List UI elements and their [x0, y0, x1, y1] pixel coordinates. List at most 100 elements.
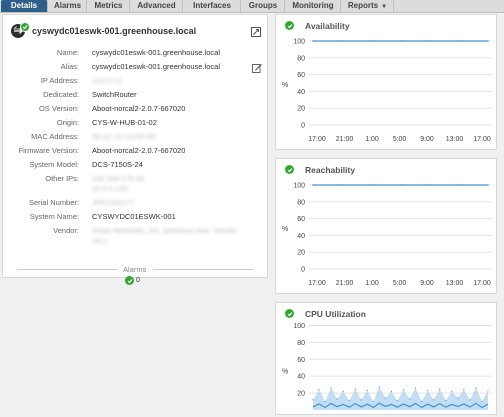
property-value: 00:1C:73:1A:2F:0D — [92, 132, 157, 141]
chart-plot: 20 40 60 80 100% — [282, 323, 492, 410]
y-axis-unit-icon: % — [282, 369, 288, 376]
property-label: System Name: — [29, 212, 79, 221]
property-label: Origin: — [56, 118, 79, 127]
property-label: Vendor: — [53, 226, 79, 235]
tab-groups[interactable]: Groups — [242, 0, 285, 12]
property-value: DCS-7150S-24 — [92, 160, 143, 169]
x-tick-label: 17:00 — [473, 280, 491, 287]
availability-chart-panel: Availability 0 20 40 60 80 100% 17:00 21:00 1:00 5… — [275, 14, 497, 150]
data-point — [324, 400, 326, 403]
data-point — [433, 399, 435, 401]
y-tick-label: 100 — [293, 323, 305, 330]
tab-label: Metrics — [94, 1, 123, 10]
alarms-status[interactable]: 0 — [125, 276, 140, 286]
data-point — [428, 40, 431, 42]
property-value: Arista Networks, Inc. (previous was: Ven… — [92, 226, 238, 235]
tab-label: Reports — [347, 1, 379, 10]
y-tick-label: 60 — [297, 72, 305, 79]
y-tick-label: 40 — [297, 374, 305, 381]
property-label: Serial Number: — [28, 198, 79, 207]
y-tick-label: 20 — [297, 250, 305, 257]
tab-metrics[interactable]: Metrics — [88, 0, 130, 12]
y-tick-label: 0 — [301, 123, 305, 130]
chart-plot: 0 20 40 60 80 100% 17:00 21:00 1:00 5:00 9:00 13:00… — [282, 39, 492, 143]
y-tick-label: 0 — [301, 267, 305, 274]
y-tick-label: 100 — [293, 39, 305, 46]
tab-label: Groups — [248, 1, 278, 10]
x-tick-label: 9:00 — [420, 280, 434, 287]
data-point — [370, 40, 373, 42]
tab-label: Alarms — [53, 1, 82, 10]
data-point — [318, 389, 320, 391]
data-point — [360, 399, 362, 401]
property-label: Alias: — [60, 62, 79, 71]
property-value: cyswydc01eswk-001.greenhouse.local — [92, 62, 220, 71]
property-value: JPE1321177 — [92, 198, 135, 207]
tab-advanced[interactable]: Advanced — [131, 0, 183, 12]
reachability-chart-panel: Reachability 0 20 40 60 80 100% 17:00 21:00 1:00 5… — [275, 158, 497, 294]
y-tick-label: 60 — [297, 216, 305, 223]
tab-monitoring[interactable]: Monitoring — [286, 0, 341, 12]
data-point — [399, 40, 402, 42]
device-title: cyswydc01eswk-001.greenhouse.local — [32, 26, 197, 36]
x-tick-label: 17:00 — [308, 136, 326, 143]
property-value: 10.0.0.11 — [92, 76, 123, 85]
property-value: cyswydc01eswk-001.greenhouse.local — [92, 48, 220, 57]
data-point — [414, 387, 417, 389]
tab-label: Details — [10, 1, 38, 10]
tab-alarms[interactable]: Alarms — [49, 0, 87, 12]
x-tick-label: 9:00 — [420, 136, 434, 143]
property-label: Firmware Version: — [18, 146, 79, 155]
alarm-count: 0 — [136, 277, 140, 285]
x-tick-label: 21:00 — [336, 136, 354, 143]
data-point — [445, 400, 447, 402]
data-point — [354, 388, 356, 390]
status-ok-icon — [20, 22, 30, 32]
y-tick-label: 100 — [293, 183, 305, 190]
data-point — [312, 184, 314, 186]
y-tick-label: 20 — [297, 391, 305, 398]
data-point — [487, 40, 489, 42]
data-point — [366, 389, 368, 392]
alarms-section-title: Alarms — [123, 265, 147, 274]
data-point — [330, 387, 332, 389]
tab-details[interactable]: Details — [1, 0, 48, 12]
tab-interfaces[interactable]: Interfaces — [184, 0, 241, 12]
property-value: CYS-W-HUB-01-02 — [92, 118, 157, 127]
data-point — [428, 184, 431, 186]
property-value-line2: Inc.) — [92, 236, 107, 245]
x-tick-label: 17:00 — [473, 136, 491, 143]
tab-reports[interactable]: Reports ▼ — [342, 0, 394, 12]
property-label: Other IPs: — [45, 174, 79, 183]
y-tick-label: 40 — [297, 233, 305, 240]
alarms-divider-right — [153, 269, 253, 270]
data-point — [396, 400, 399, 402]
tab-label: Monitoring — [292, 1, 334, 10]
property-value: 192.168.175.93 — [92, 174, 145, 183]
property-value: SwitchRouter — [92, 90, 137, 99]
property-value: CYSWYDC01ESWK-001 — [92, 212, 176, 221]
data-point — [457, 397, 459, 399]
property-value-line2: 10.0.0.129 — [92, 184, 128, 193]
data-point — [408, 398, 411, 400]
x-tick-label: 17:00 — [308, 280, 326, 287]
data-point — [372, 400, 374, 403]
edit-alias-icon[interactable] — [252, 63, 262, 73]
data-point — [390, 390, 393, 392]
chevron-down-icon: ▼ — [381, 4, 388, 10]
alarms-divider-left — [17, 269, 117, 270]
y-tick-label: 80 — [297, 199, 305, 206]
data-point — [451, 390, 453, 392]
y-tick-label: 40 — [297, 89, 305, 96]
data-point — [481, 400, 483, 403]
data-point — [427, 389, 429, 392]
x-tick-label: 5:00 — [393, 136, 407, 143]
data-point — [399, 184, 402, 186]
launch-tool-icon[interactable] — [251, 27, 261, 37]
property-label: OS Version: — [38, 104, 79, 113]
data-point — [458, 40, 460, 42]
data-point — [342, 390, 344, 392]
property-label: Name: — [56, 48, 79, 57]
y-axis-unit-icon: % — [282, 226, 288, 233]
x-tick-label: 13:00 — [446, 136, 464, 143]
